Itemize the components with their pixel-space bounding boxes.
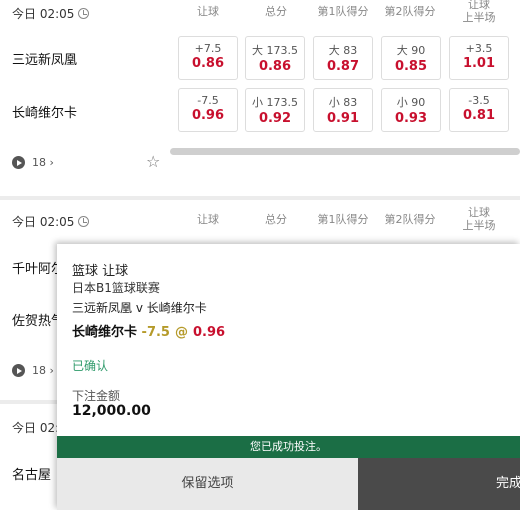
match-time-row: 今日 02:05 让球 总分 第1队得分 第2队得分 让球 上半场 [0, 0, 520, 28]
team-home[interactable]: 三远新凤凰 [12, 49, 77, 68]
play-icon[interactable] [12, 156, 25, 169]
markets-count[interactable]: 18 › [32, 364, 54, 377]
team-home[interactable]: 名古屋 [12, 464, 51, 483]
match-time: 今日 02:05 [12, 5, 90, 22]
slip-at: @ [174, 325, 188, 340]
odds-home-handicap[interactable]: +7.5 0.86 [178, 36, 238, 80]
match-card-1: 今日 02:05 让球 总分 第1队得分 第2队得分 让球 上半场 三远新凤凰 … [0, 0, 520, 196]
odds-home-total[interactable]: 大 173.5 0.86 [245, 36, 305, 80]
col-header-total: 总分 [265, 5, 287, 18]
play-icon[interactable] [12, 364, 25, 377]
col-header-team2: 第2队得分 [384, 213, 436, 226]
col-header-total: 总分 [265, 213, 287, 226]
odds-away-handicap[interactable]: -7.5 0.96 [178, 88, 238, 132]
col-header-handicap: 让球 [197, 213, 219, 226]
odds-away-team2[interactable]: 小 90 0.93 [381, 88, 441, 132]
slip-stake-label: 下注金额 [72, 389, 121, 403]
slip-selection: 长崎维尔卡 -7.5 @0.96 [72, 321, 225, 340]
col-header-1h-handicap: 让球 上半场 [462, 0, 496, 24]
col-header-handicap: 让球 [197, 5, 219, 18]
team-away[interactable]: 长崎维尔卡 [12, 102, 77, 121]
clock-icon [78, 216, 90, 227]
odds-away-1h-handicap[interactable]: -3.5 0.81 [449, 88, 509, 132]
odds-away-total[interactable]: 小 173.5 0.92 [245, 88, 305, 132]
slip-status: 已确认 [72, 359, 109, 373]
success-banner: 您已成功投注。 [57, 436, 520, 458]
slip-selection-line: -7.5 [141, 325, 170, 340]
match-time: 今日 02:05 [12, 213, 90, 230]
slip-stake-amount: 12,000.00 [72, 403, 151, 419]
odds-away-team1[interactable]: 小 83 0.91 [313, 88, 373, 132]
odds-home-team2[interactable]: 大 90 0.85 [381, 36, 441, 80]
col-header-1h-handicap: 让球 上半场 [462, 206, 496, 232]
slip-selection-price: 0.96 [192, 325, 226, 340]
horizontal-scrollbar[interactable] [170, 148, 520, 155]
col-header-team2: 第2队得分 [384, 5, 436, 18]
slip-league: 日本B1篮球联赛 [72, 281, 160, 295]
slip-sport-market: 篮球 让球 [72, 264, 129, 279]
slip-selection-team: 长崎维尔卡 [72, 325, 138, 340]
match-time-row: 今日 02:05 让球 总分 第1队得分 第2队得分 让球 上半场 [0, 206, 520, 236]
done-button[interactable]: 完成 [358, 458, 520, 510]
col-header-team1: 第1队得分 [317, 5, 369, 18]
favorite-star-icon[interactable]: ☆ [146, 152, 160, 171]
odds-home-team1[interactable]: 大 83 0.87 [313, 36, 373, 80]
clock-icon [78, 8, 90, 19]
bet-slip-panel: 篮球 让球 日本B1篮球联赛 三远新凤凰 v 长崎维尔卡 长崎维尔卡 -7.5 @… [57, 244, 520, 510]
keep-selections-button[interactable]: 保留选项 [57, 458, 358, 510]
slip-match: 三远新凤凰 v 长崎维尔卡 [72, 301, 207, 315]
col-header-team1: 第1队得分 [317, 213, 369, 226]
odds-home-1h-handicap[interactable]: +3.5 1.01 [449, 36, 509, 80]
markets-count[interactable]: 18 › [32, 156, 54, 169]
